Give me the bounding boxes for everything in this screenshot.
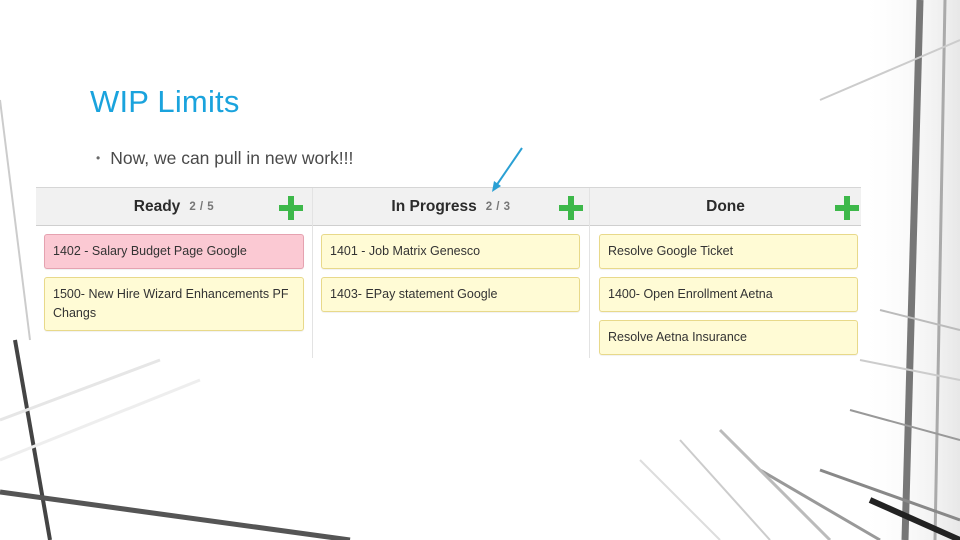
card-list: 1402 - Salary Budget Page Google 1500- N… xyxy=(36,226,312,331)
column-ready: Ready 2 / 5 1402 - Salary Budget Page Go… xyxy=(36,188,313,358)
task-card[interactable]: Resolve Aetna Insurance xyxy=(599,320,858,355)
task-card[interactable]: 1402 - Salary Budget Page Google xyxy=(44,234,304,269)
column-title: In Progress xyxy=(391,197,477,215)
card-list: 1401 - Job Matrix Genesco 1403- EPay sta… xyxy=(313,226,589,312)
column-header: Ready 2 / 5 xyxy=(36,188,312,226)
wip-count: 2 / 3 xyxy=(485,200,511,213)
plus-icon[interactable] xyxy=(279,196,303,220)
bullet-item: • Now, we can pull in new work!!! xyxy=(96,148,353,169)
bullet-text: Now, we can pull in new work!!! xyxy=(110,148,354,168)
column-title: Done xyxy=(706,197,745,215)
arrow-icon xyxy=(492,147,523,192)
wip-count: 2 / 5 xyxy=(189,200,215,213)
task-card[interactable]: 1500- New Hire Wizard Enhancements PF Ch… xyxy=(44,277,304,331)
column-title: Ready xyxy=(133,197,181,215)
task-card[interactable]: 1401 - Job Matrix Genesco xyxy=(321,234,580,269)
card-list: Resolve Google Ticket 1400- Open Enrollm… xyxy=(590,226,861,355)
bullet-icon: • xyxy=(96,151,101,165)
column-done: Done Resolve Google Ticket 1400- Open En… xyxy=(590,188,861,358)
kanban-board: Ready 2 / 5 1402 - Salary Budget Page Go… xyxy=(36,187,861,358)
plus-icon[interactable] xyxy=(835,196,859,220)
column-header: In Progress 2 / 3 xyxy=(313,188,589,226)
slide-title: WIP Limits xyxy=(90,84,240,119)
column-in-progress: In Progress 2 / 3 1401 - Job Matrix Gene… xyxy=(313,188,590,358)
column-header: Done xyxy=(590,188,861,226)
task-card[interactable]: 1403- EPay statement Google xyxy=(321,277,580,312)
plus-icon[interactable] xyxy=(559,196,583,220)
task-card[interactable]: Resolve Google Ticket xyxy=(599,234,858,269)
task-card[interactable]: 1400- Open Enrollment Aetna xyxy=(599,277,858,312)
